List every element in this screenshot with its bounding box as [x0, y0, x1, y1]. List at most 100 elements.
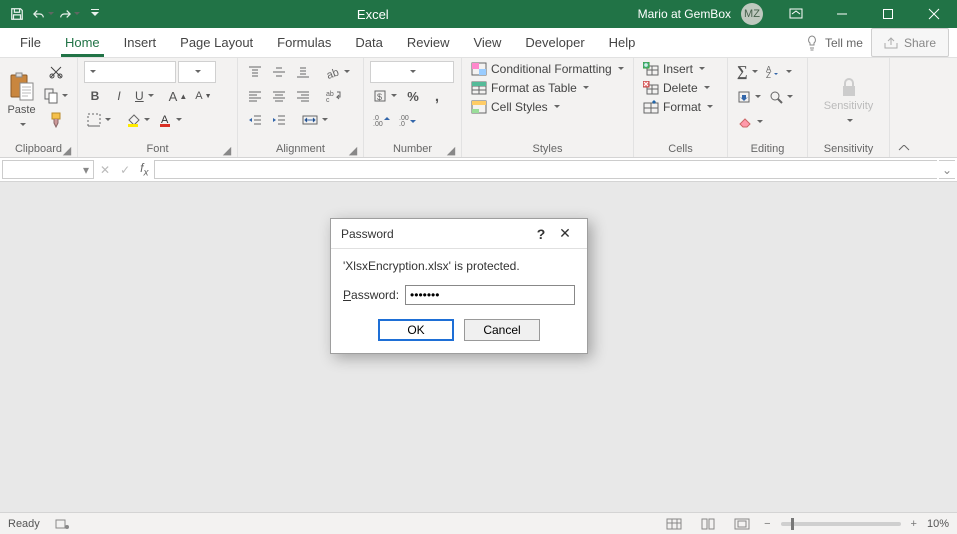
enter-entry: ✓: [120, 163, 130, 177]
number-format[interactable]: [370, 61, 454, 83]
format-painter-button[interactable]: [41, 109, 71, 131]
orientation-button[interactable]: ab: [323, 61, 353, 83]
decrease-decimal[interactable]: .00.0: [396, 109, 420, 131]
password-dialog: Password ? ✕ 'XlsxEncryption.xlsx' is pr…: [330, 218, 588, 354]
grow-font-button[interactable]: A▲: [166, 85, 191, 107]
tab-insert[interactable]: Insert: [112, 28, 169, 57]
svg-text:.0: .0: [399, 121, 405, 126]
group-label-number: Number: [393, 143, 432, 155]
zoom-out[interactable]: −: [764, 518, 770, 530]
avatar[interactable]: MZ: [741, 3, 763, 25]
tab-help[interactable]: Help: [597, 28, 648, 57]
tab-home[interactable]: Home: [53, 28, 112, 57]
collapse-ribbon[interactable]: [890, 58, 918, 157]
chevron-down-icon: [18, 118, 26, 132]
underline-button[interactable]: U: [132, 85, 157, 107]
maximize-button[interactable]: [867, 0, 909, 28]
ribbon-display-options[interactable]: [775, 0, 817, 28]
view-normal[interactable]: [662, 515, 686, 533]
align-right[interactable]: [292, 85, 314, 107]
bucket-icon: [126, 113, 140, 127]
paste-button[interactable]: Paste: [6, 61, 37, 142]
cells-format-button[interactable]: Format: [640, 99, 721, 115]
increase-indent[interactable]: [268, 109, 290, 131]
font-name[interactable]: [84, 61, 176, 83]
align-center[interactable]: [268, 85, 290, 107]
tell-me-search[interactable]: Tell me: [805, 28, 863, 57]
cut-button[interactable]: [41, 61, 71, 83]
font-color-button[interactable]: A: [155, 109, 185, 131]
dialog-message: 'XlsxEncryption.xlsx' is protected.: [343, 259, 575, 273]
percent-format[interactable]: %: [402, 85, 424, 107]
formula-bar[interactable]: [154, 160, 937, 179]
cf-icon: [471, 62, 487, 76]
fx-icon[interactable]: fx: [140, 161, 148, 178]
conditional-formatting-button[interactable]: Conditional Formatting: [468, 61, 627, 77]
tab-data[interactable]: Data: [343, 28, 394, 57]
launcher-number[interactable]: ◢: [445, 144, 457, 156]
cancel-button[interactable]: Cancel: [464, 319, 540, 341]
password-input[interactable]: [405, 285, 575, 305]
tab-page-layout[interactable]: Page Layout: [168, 28, 265, 57]
decrease-indent[interactable]: [244, 109, 266, 131]
cells-insert-button[interactable]: Insert: [640, 61, 721, 77]
borders-button[interactable]: [84, 109, 114, 131]
eraser-icon: [737, 116, 753, 128]
zoom-in[interactable]: +: [911, 518, 917, 530]
name-box[interactable]: ▾: [2, 160, 94, 179]
align-top[interactable]: [244, 61, 266, 83]
table-icon: [471, 81, 487, 95]
italic-button[interactable]: I: [108, 85, 130, 107]
ok-button[interactable]: OK: [378, 319, 454, 341]
macro-record-icon[interactable]: [50, 515, 74, 533]
save-icon[interactable]: [4, 2, 30, 26]
accounting-format[interactable]: $: [370, 85, 400, 107]
sort-filter-button[interactable]: AZ: [763, 61, 795, 83]
scissors-icon: [48, 64, 64, 80]
launcher-clipboard[interactable]: ◢: [61, 144, 73, 156]
cellstyle-icon: [471, 100, 487, 114]
view-page-break[interactable]: [730, 515, 754, 533]
find-select-button[interactable]: [766, 86, 796, 108]
cells-delete-button[interactable]: Delete: [640, 80, 721, 96]
shrink-font-button[interactable]: A▼: [192, 85, 214, 107]
launcher-font[interactable]: ◢: [221, 144, 233, 156]
comma-format[interactable]: ,: [426, 85, 448, 107]
fill-button[interactable]: [734, 86, 764, 108]
share-button[interactable]: Share: [871, 28, 949, 57]
undo-button[interactable]: [30, 2, 56, 26]
copy-button[interactable]: [41, 85, 71, 107]
zoom-slider[interactable]: [781, 522, 901, 526]
align-left[interactable]: [244, 85, 266, 107]
launcher-alignment[interactable]: ◢: [347, 144, 359, 156]
cell-styles-button[interactable]: Cell Styles: [468, 99, 627, 115]
fill-color-button[interactable]: [123, 109, 153, 131]
svg-text:ab: ab: [326, 66, 340, 79]
minimize-button[interactable]: [821, 0, 863, 28]
merge-center-button[interactable]: [299, 109, 331, 131]
dialog-help-button[interactable]: ?: [529, 222, 553, 246]
zoom-level[interactable]: 10%: [927, 518, 949, 530]
redo-button[interactable]: [56, 2, 82, 26]
customize-qat[interactable]: [82, 2, 108, 26]
align-bottom[interactable]: [292, 61, 314, 83]
tab-formulas[interactable]: Formulas: [265, 28, 343, 57]
font-size[interactable]: [178, 61, 216, 83]
close-button[interactable]: [913, 0, 955, 28]
tab-file[interactable]: File: [8, 28, 53, 57]
bold-button[interactable]: B: [84, 85, 106, 107]
format-as-table-button[interactable]: Format as Table: [468, 80, 627, 96]
expand-formula-bar[interactable]: ⌄: [939, 160, 955, 179]
tab-view[interactable]: View: [461, 28, 513, 57]
dialog-close-button[interactable]: ✕: [553, 222, 577, 246]
svg-text:c: c: [326, 97, 330, 103]
align-middle[interactable]: [268, 61, 290, 83]
increase-decimal[interactable]: .0.00: [370, 109, 394, 131]
user-name: Mario at GemBox: [638, 7, 731, 21]
clear-button[interactable]: [734, 111, 766, 133]
tab-review[interactable]: Review: [395, 28, 462, 57]
tab-developer[interactable]: Developer: [513, 28, 596, 57]
view-page-layout[interactable]: [696, 515, 720, 533]
wrap-text-button[interactable]: abc: [323, 85, 345, 107]
autosum-button[interactable]: ∑: [734, 61, 761, 83]
